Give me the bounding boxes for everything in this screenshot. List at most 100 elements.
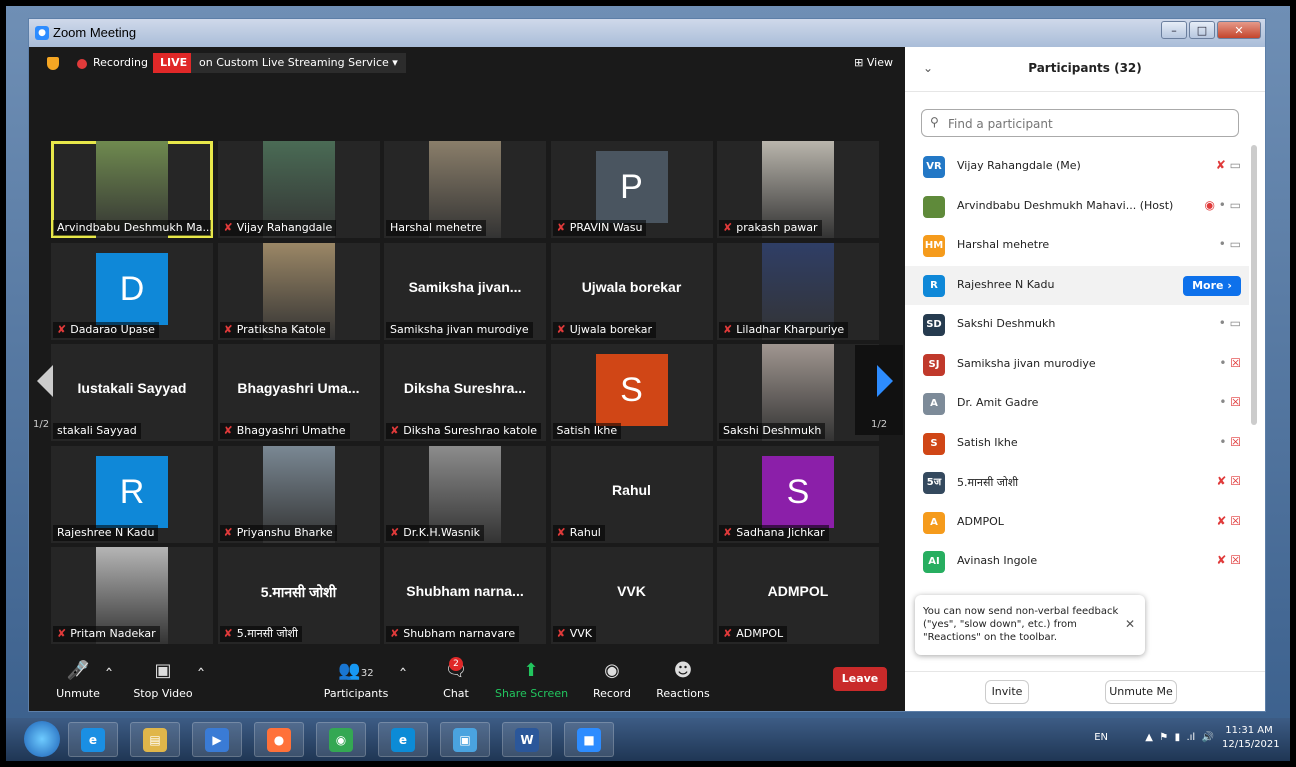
video-tile[interactable]: Harshal mehetre — [384, 141, 546, 238]
video-tile[interactable]: S ✘ Sadhana Jichkar — [717, 445, 879, 543]
participant-display-name: Ujwala borekar — [581, 278, 682, 295]
video-off-icon: ☒ — [1230, 474, 1241, 488]
tile-name-text: Dr.K.H.Wasnik — [403, 525, 481, 539]
tile-name-text: ADMPOL — [736, 627, 784, 640]
taskbar-app-button[interactable]: W — [502, 722, 552, 757]
participant-row[interactable]: VR Vijay Rahangdale (Me) ✘ ▭ — [905, 147, 1249, 187]
tile-name-label: Satish Ikhe — [552, 423, 622, 439]
leave-button[interactable]: Leave — [833, 667, 887, 691]
participant-avatar: A — [923, 393, 945, 415]
tile-name-text: PRAVIN Wasu — [569, 221, 643, 234]
video-tile[interactable]: ✘ Vijay Rahangdale — [217, 141, 380, 238]
taskbar-app-button[interactable]: ▶ — [192, 722, 242, 757]
desktop: ● Zoom Meeting – □ ✕ Recording LIVE on C… — [6, 6, 1290, 761]
participant-row[interactable]: A Dr. Amit Gadre • ☒ — [905, 384, 1249, 424]
taskbar-app-button[interactable]: ▤ — [130, 722, 180, 757]
view-button[interactable]: ⊞ View — [854, 56, 893, 69]
participant-row[interactable]: Arvindbabu Deshmukh Mahavi... (Host) ◉ • … — [905, 187, 1249, 227]
participant-search[interactable]: ⚲ — [921, 109, 1239, 137]
video-tile[interactable]: D ✘ Dadarao Upase — [51, 242, 213, 340]
tile-name-text: Pratiksha Katole — [236, 322, 326, 336]
video-tile[interactable]: Arvindbabu Deshmukh Ma... — [51, 141, 213, 238]
file-explorer-icon: ▤ — [143, 728, 167, 752]
more-button[interactable]: More › — [1183, 275, 1241, 296]
audio-options-caret[interactable]: ˆ — [103, 665, 115, 689]
participants-scrollbar[interactable] — [1251, 145, 1257, 425]
unmute-me-button[interactable]: Unmute Me — [1105, 680, 1177, 704]
video-tile[interactable]: Iustakali Sayyad stakali Sayyad — [51, 344, 213, 441]
video-tile[interactable]: Rahul ✘ Rahul — [550, 445, 713, 543]
video-tile[interactable]: ADMPOL ✘ ADMPOL — [717, 547, 879, 644]
participant-row[interactable]: AI Avinash Ingole ✘ ☒ — [905, 542, 1249, 582]
taskbar-app-button[interactable]: ▣ — [440, 722, 490, 757]
video-tile[interactable]: Shubham narna... ✘ Shubham narnavare — [384, 547, 546, 644]
taskbar-app-button[interactable]: ■ — [564, 722, 614, 757]
participant-row[interactable]: S Satish Ikhe • ☒ — [905, 424, 1249, 464]
previous-page-button[interactable]: 1/2 — [29, 345, 69, 435]
search-icon: ⚲ — [930, 115, 939, 129]
maximize-button[interactable]: □ — [1189, 21, 1215, 39]
tray-icons[interactable]: ▲ ⚑ ▮ .ıl 🔊 — [1145, 732, 1214, 743]
start-button[interactable] — [24, 721, 60, 757]
security-shield-icon[interactable] — [47, 57, 59, 70]
video-tile[interactable]: ✘ Pritam Nadekar — [51, 547, 213, 644]
clock[interactable]: 11:31 AM 12/15/2021 — [1222, 724, 1280, 752]
chat-button[interactable]: 🗨2 Chat — [431, 657, 481, 700]
tile-name-label: ✘ Vijay Rahangdale — [219, 220, 337, 236]
video-off-icon: ☒ — [1230, 395, 1241, 409]
taskbar-app-button[interactable]: e — [378, 722, 428, 757]
participants-button[interactable]: 👥32 Participants — [323, 659, 389, 700]
muted-microphone-icon: ✘ — [390, 525, 400, 539]
record-label: Record — [592, 687, 631, 700]
video-tile[interactable]: ✘ Dr.K.H.Wasnik — [384, 445, 546, 543]
taskbar-app-button[interactable]: e — [68, 722, 118, 757]
video-tile[interactable]: ✘ Priyanshu Bharke — [217, 445, 380, 543]
video-tile[interactable]: VVK ✘ VVK — [550, 547, 713, 644]
invite-button[interactable]: Invite — [985, 680, 1029, 704]
record-button[interactable]: ◉ Record — [587, 659, 637, 700]
tile-name-text: Rahul — [569, 525, 601, 539]
arrow-right-icon — [877, 365, 893, 397]
taskbar-app-button[interactable]: ◉ — [316, 722, 366, 757]
video-options-caret[interactable]: ˆ — [195, 665, 207, 689]
next-page-button[interactable]: 1/2 — [855, 345, 903, 435]
video-tile[interactable]: S Satish Ikhe — [550, 344, 713, 441]
participant-display-name: Bhagyashri Uma... — [237, 380, 360, 396]
participant-row[interactable]: SD Sakshi Deshmukh • ▭ — [905, 305, 1249, 345]
participants-icon: 👥32 — [338, 660, 374, 681]
reactions-button[interactable]: ☻ Reactions — [653, 659, 713, 700]
video-tile[interactable]: Samiksha jivan... Samiksha jivan murodiye — [384, 242, 546, 340]
video-tile[interactable]: ✘ Pratiksha Katole — [217, 242, 380, 340]
participant-display-name: Rahul — [612, 481, 651, 498]
video-tile[interactable]: ✘ Liladhar Kharpuriye — [717, 242, 879, 340]
video-tile[interactable]: ✘ prakash pawar — [717, 141, 879, 238]
video-tile[interactable]: R Rajeshree N Kadu — [51, 445, 213, 543]
participant-search-input[interactable] — [946, 114, 1230, 134]
microphone-icon: • — [1218, 316, 1230, 330]
participant-row[interactable]: 5ज 5.मानसी जोशी ✘ ☒ — [905, 463, 1249, 503]
minimize-button[interactable]: – — [1161, 21, 1187, 39]
chrome-icon: ◉ — [329, 728, 353, 752]
video-tile[interactable]: Ujwala borekar ✘ Ujwala borekar — [550, 242, 713, 340]
live-stream-dropdown[interactable]: on Custom Live Streaming Service ▾ — [191, 53, 406, 73]
participant-row[interactable]: HM Harshal mehetre • ▭ — [905, 226, 1249, 266]
video-tile[interactable]: Bhagyashri Uma... ✘ Bhagyashri Umathe — [217, 344, 380, 441]
video-tile[interactable]: P ✘ PRAVIN Wasu — [550, 141, 713, 238]
participants-options-caret[interactable]: ˆ — [397, 665, 409, 689]
taskbar-app-button[interactable]: ● — [254, 722, 304, 757]
participant-row[interactable]: SJ Samiksha jivan murodiye • ☒ — [905, 345, 1249, 385]
language-indicator[interactable]: EN — [1094, 732, 1108, 743]
recording-label[interactable]: Recording — [93, 56, 148, 69]
close-button[interactable]: ✕ — [1217, 21, 1261, 39]
participant-row[interactable]: R Rajeshree N Kadu More › — [905, 265, 1249, 305]
participant-row[interactable]: A ADMPOL ✘ ☒ — [905, 503, 1249, 543]
unmute-button[interactable]: 🎤̸ Unmute — [55, 659, 101, 700]
tile-name-text: Liladhar Kharpuriye — [736, 322, 845, 336]
stop-video-button[interactable]: ▣ Stop Video — [133, 659, 193, 700]
video-tile[interactable]: Diksha Sureshra... ✘ Diksha Sureshrao kato… — [384, 344, 546, 441]
video-tile[interactable]: 5.मानसी जोशी ✘ 5.मानसी जोशी — [217, 547, 380, 644]
video-off-icon: ☒ — [1230, 355, 1241, 370]
share-screen-button[interactable]: ⬆ Share Screen — [495, 659, 568, 700]
close-icon[interactable]: ✕ — [1125, 617, 1135, 631]
title-bar[interactable]: ● Zoom Meeting – □ ✕ — [29, 19, 1265, 47]
